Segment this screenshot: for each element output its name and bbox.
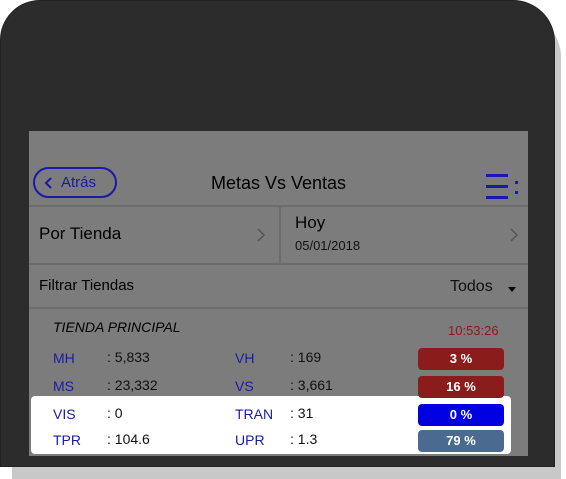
percent-badge: 3 % [418,348,504,370]
filter-dropdown[interactable]: Todos [450,278,493,296]
store-card: TIENDA PRINCIPAL 10:53:26 MH : 5,833 VH … [29,311,528,456]
store-time: 10:53:26 [448,323,499,338]
metric-label: UPR [235,432,265,448]
menu-list-icon[interactable] [486,173,522,201]
date-selector-title: Hoy [295,213,326,232]
metric-label: MS [53,378,74,394]
metric-label: VIS [53,406,76,422]
metric-row: MS : 23,332 VS : 3,661 16 % [29,373,528,399]
metric-value: : 23,332 [107,377,158,393]
metric-value: : 3,661 [290,377,333,393]
app-screen: Atrás Metas Vs Ventas Por Tienda Hoy 05/… [29,131,528,456]
metric-row: VIS : 0 TRAN : 31 0 % [29,401,528,427]
date-selector-value: 05/01/2018 [295,238,361,253]
metric-value: : 1.3 [290,431,318,447]
metric-row: TPR : 104.6 UPR : 1.3 79 % [29,427,528,453]
percent-badge: 79 % [418,430,504,452]
metric-label: VH [235,350,255,366]
percent-badge: 0 % [418,404,504,426]
filter-label: Filtrar Tiendas [39,277,135,294]
page-title: Metas Vs Ventas [210,173,347,193]
metric-label: TPR [53,432,81,448]
metric-value: : 31 [290,405,314,421]
store-selector[interactable]: Por Tienda [29,207,274,263]
metric-label: VS [235,378,254,394]
metric-label: MH [53,350,75,366]
chevron-right-icon [257,228,266,242]
metric-value: : 169 [290,349,322,365]
date-selector[interactable]: Hoy 05/01/2018 [279,207,528,263]
store-name: TIENDA PRINCIPAL [53,319,181,335]
metric-label: TRAN [235,406,274,422]
navigation-bar: Atrás Metas Vs Ventas [29,131,528,207]
store-selector-label: Por Tienda [39,224,122,243]
caret-down-icon[interactable] [508,287,516,292]
metric-value: : 5,833 [107,349,150,365]
store-filter-row: Filtrar Tiendas Todos [29,265,528,309]
chevron-right-icon [510,228,519,242]
device-frame: Atrás Metas Vs Ventas Por Tienda Hoy 05/… [0,0,555,467]
metric-row: MH : 5,833 VH : 169 3 % [29,345,528,371]
metric-value: : 104.6 [107,431,150,447]
percent-badge: 16 % [418,376,504,398]
metric-value: : 0 [107,405,123,421]
